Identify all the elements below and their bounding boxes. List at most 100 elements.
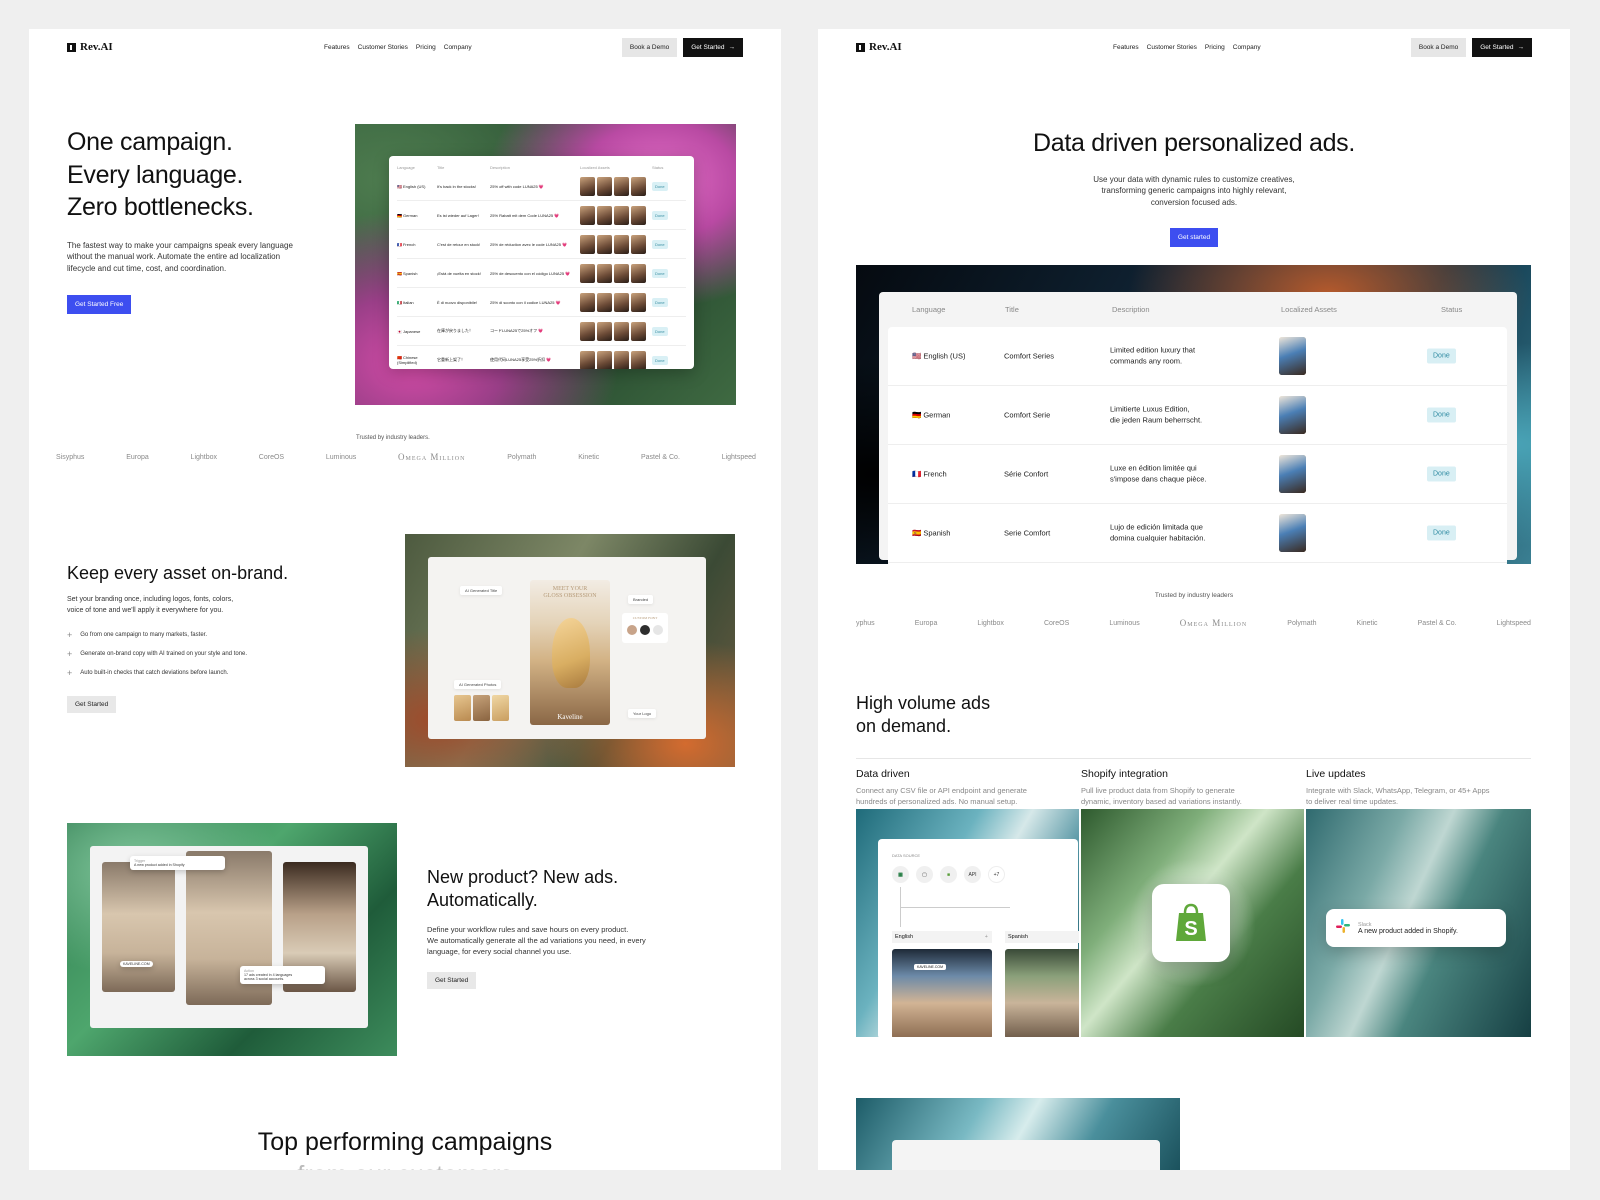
asset-thumbnail[interactable] — [597, 205, 612, 225]
asset-thumbnail[interactable] — [1279, 396, 1306, 434]
live-updates-tile: Slack A new product added in Shopify. — [1306, 809, 1531, 1037]
description-cell: 25% de réduction avec le code LUNA25 💗 — [490, 241, 568, 247]
title-cell: È di nuovo disponibile! — [437, 299, 478, 305]
hero-desc-line: lifecycle and cut time, cost, and coordi… — [67, 263, 227, 273]
nav-link-company[interactable]: Company — [1233, 44, 1261, 51]
language-cell: 🇫🇷French — [912, 470, 947, 479]
nav-link-pricing[interactable]: Pricing — [1205, 44, 1225, 51]
asset-thumbnail[interactable] — [614, 292, 629, 312]
table-row: 🇪🇸 Spanish Serie Comfort Lujo de edición li… — [888, 504, 1507, 563]
description-cell: 25% off with code LUNA25 💗 — [490, 183, 544, 189]
language-cell: 🇺🇸English (US) — [397, 184, 437, 189]
asset-thumbnail[interactable] — [614, 176, 629, 196]
asset-thumbnail[interactable] — [597, 263, 612, 283]
asset-thumbnail[interactable] — [631, 263, 646, 283]
plus-icon[interactable]: + — [985, 934, 988, 940]
asset-thumbnail[interactable] — [614, 234, 629, 254]
asset-thumbnail[interactable] — [580, 350, 595, 369]
asset-thumbnail[interactable] — [631, 321, 646, 341]
assets-cell — [580, 205, 652, 225]
book-demo-button[interactable]: Book a Demo — [621, 37, 678, 57]
top-campaigns-title: Top performing campaigns from our custom… — [29, 1126, 781, 1170]
flag-icon: 🇪🇸 — [912, 528, 922, 538]
asset-thumbnail[interactable] — [580, 263, 595, 283]
description-line: commands any room. — [1110, 356, 1183, 365]
language-cell: 🇯🇵Japanese — [397, 329, 437, 334]
nav-link-features[interactable]: Features — [324, 44, 350, 51]
asset-thumbnail[interactable] — [631, 205, 646, 225]
logo[interactable]: Rev.AI — [856, 41, 902, 53]
asset-thumbnail[interactable] — [580, 176, 595, 196]
nav-links: Features Customer Stories Pricing Compan… — [1113, 44, 1261, 51]
nav-link-customer-stories[interactable]: Customer Stories — [358, 44, 408, 51]
localization-table: Language Title Description Localized Ass… — [389, 156, 694, 369]
shopify-small-icon[interactable]: ■ — [940, 866, 957, 883]
asset-thumbnail[interactable] — [580, 292, 595, 312]
partner-logo: Lightbox — [977, 619, 1004, 627]
asset-thumbnail[interactable] — [631, 350, 646, 369]
nav-link-features[interactable]: Features — [1113, 44, 1139, 51]
product-title-line: New product? New ads. — [427, 867, 619, 887]
asset-thumbnail[interactable] — [631, 292, 646, 312]
status-badge: Done — [652, 268, 668, 278]
brand-desc-line: voice of tone and we'll apply it everywh… — [67, 606, 224, 614]
table-row: 🇩🇪 German Comfort Serie Limitierte Luxus Ed… — [888, 386, 1507, 445]
asset-thumbnail[interactable] — [631, 176, 646, 196]
asset-thumbnail[interactable] — [580, 321, 595, 341]
nav-link-customer-stories[interactable]: Customer Stories — [1147, 44, 1197, 51]
get-started-button[interactable]: Get Started → — [1472, 37, 1532, 57]
title-cell: Es ist wieder auf Lager! — [437, 212, 479, 218]
title-cell: Comfort Series — [1004, 351, 1055, 361]
asset-thumbnail[interactable] — [614, 350, 629, 369]
asset-thumbnail[interactable] — [614, 263, 629, 283]
description-cell: 使用代码LUNA25享受25%折扣 💗 — [490, 357, 552, 362]
asset-thumbnail[interactable] — [614, 205, 629, 225]
flag-icon: 🇮🇹 — [397, 299, 402, 305]
asset-thumbnail[interactable] — [1279, 514, 1306, 552]
col-header-title: Title — [1005, 305, 1019, 314]
slack-icon — [1336, 918, 1350, 938]
document-icon[interactable]: ▢ — [916, 866, 933, 883]
description-line: Limitierte Luxus Edition, — [1110, 404, 1190, 414]
brand-description: Set your branding once, including logos,… — [67, 595, 367, 615]
data-table-image: Language Title Description Localized Ass… — [856, 265, 1531, 564]
api-icon[interactable]: API — [964, 866, 981, 883]
status-badge: Done — [1427, 348, 1456, 364]
logo-text: Rev.AI — [80, 41, 113, 53]
language-cell: 🇪🇸Spanish — [397, 271, 437, 276]
asset-thumbnail[interactable] — [1279, 455, 1306, 493]
asset-thumbnail[interactable] — [614, 321, 629, 341]
brand-get-started-button[interactable]: Get Started — [67, 695, 117, 713]
ai-photos-pill: AI Generated Photos — [454, 680, 502, 689]
headline-text: MEET YOUR GLOSS OBSESSION — [530, 586, 610, 600]
nav-link-company[interactable]: Company — [444, 44, 472, 51]
asset-thumbnail[interactable] — [597, 350, 612, 369]
status-badge: Done — [1427, 525, 1456, 541]
partner-logo: Lightbox — [190, 453, 218, 461]
asset-thumbnail[interactable] — [597, 321, 612, 341]
asset-thumbnail[interactable] — [580, 205, 595, 225]
hero-get-started-button[interactable]: Get started — [1169, 228, 1219, 248]
get-started-button[interactable]: Get Started → — [683, 37, 743, 57]
language-text: English (US) — [923, 351, 966, 361]
your-logo-pill: Your Logo — [628, 709, 657, 718]
product-title: New product? New ads. Automatically. — [427, 866, 727, 913]
product-get-started-button[interactable]: Get Started — [427, 972, 477, 990]
nav-link-pricing[interactable]: Pricing — [416, 44, 436, 51]
book-demo-button[interactable]: Book a Demo — [1410, 37, 1467, 57]
asset-thumbnail[interactable] — [597, 234, 612, 254]
get-started-free-button[interactable]: Get Started Free — [67, 295, 132, 315]
asset-thumbnail[interactable] — [597, 176, 612, 196]
asset-thumbnail[interactable] — [1279, 337, 1306, 375]
excel-icon[interactable]: ▦ — [892, 866, 909, 883]
column-label: Spanish — [1008, 934, 1028, 940]
partner-logo: Lightspeed — [721, 453, 756, 461]
logo[interactable]: Rev.AI — [67, 41, 113, 53]
asset-thumbnail[interactable] — [631, 234, 646, 254]
description-cell: 25% de descuento con el código LUNA25 💗 — [490, 270, 571, 276]
asset-thumbnail[interactable] — [580, 234, 595, 254]
more-sources-icon[interactable]: +7 — [988, 866, 1005, 883]
hero-description: Use your data with dynamic rules to cust… — [818, 174, 1570, 209]
ai-photo-thumbs — [454, 695, 509, 721]
asset-thumbnail[interactable] — [597, 292, 612, 312]
